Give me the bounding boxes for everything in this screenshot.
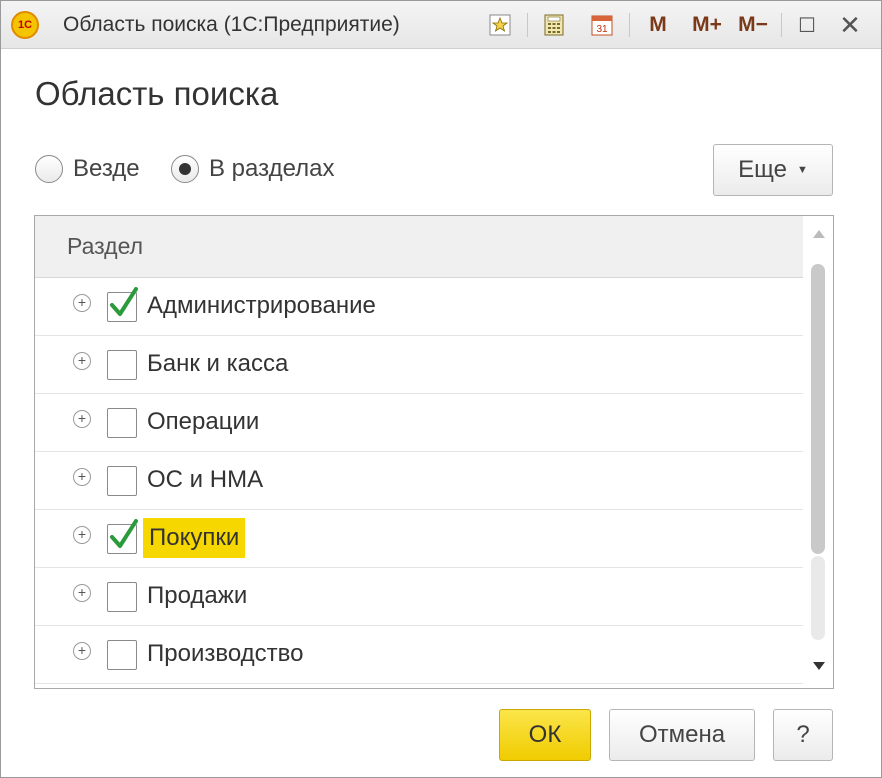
table-row[interactable]: + Банк и касса [35,336,803,394]
row-label: Операции [147,408,260,435]
sections-table[interactable]: Раздел + Администрирование + Банк и касса + О… [34,215,834,689]
radio-dot [179,163,191,175]
checkbox-checked[interactable] [107,519,138,554]
checkbox-unchecked[interactable] [107,408,137,438]
row-label: ОС и НМА [147,466,264,493]
row-label: Администрирование [147,292,376,319]
table-row[interactable]: + ОС и НМА [35,452,803,510]
scroll-track[interactable] [811,556,825,640]
expand-plus-icon[interactable]: + [73,352,91,370]
more-button-label: Еще [738,156,787,183]
checkbox-checked[interactable] [107,287,138,322]
close-icon[interactable]: ✕ [837,10,863,40]
calendar-day: 31 [596,24,608,35]
table-row[interactable]: + Администрирование [35,278,803,336]
vertical-scrollbar[interactable] [805,216,833,688]
more-button[interactable]: Еще ▼ [713,144,833,196]
memory-add-button[interactable]: M+ [687,11,727,39]
cancel-button[interactable]: Отмена [609,709,755,761]
checkbox-unchecked[interactable] [107,582,137,612]
expand-plus-icon[interactable]: + [73,410,91,428]
search-scope-dialog: 1С Область поиска (1С:Предприятие) 31 M … [0,0,882,778]
expand-plus-icon[interactable]: + [73,526,91,544]
calendar-icon[interactable]: 31 [589,11,615,39]
maximize-icon[interactable]: ☐ [795,11,819,39]
radio-in-sections-label: В разделах [209,155,335,182]
title-bar: 1С Область поиска (1С:Предприятие) 31 M … [1,1,881,49]
app-logo-icon[interactable]: 1С [11,11,39,39]
expand-plus-icon[interactable]: + [73,294,91,312]
row-label: Продажи [147,582,248,609]
row-label: Банк и касса [147,350,289,377]
calculator-icon[interactable] [541,11,567,39]
radio-selected-icon[interactable] [171,155,199,183]
caret-down-icon: ▼ [796,164,808,176]
ok-button[interactable]: ОК [499,709,591,761]
table-row[interactable]: + Продажи [35,568,803,626]
checkmark-icon [110,519,138,548]
checkbox-unchecked[interactable] [107,350,137,380]
toolbar-separator [629,13,630,37]
row-label: Покупки [143,518,246,558]
favorite-star-icon[interactable] [487,11,513,39]
radio-everywhere[interactable]: Везде [35,153,140,185]
table-row[interactable]: + Операции [35,394,803,452]
table-row[interactable]: + Покупки [35,510,803,568]
table-row[interactable]: + Производство [35,626,803,684]
memory-store-button[interactable]: M [645,11,671,39]
scroll-up-arrow-icon[interactable] [813,230,825,238]
toolbar-separator [781,13,782,37]
column-header-section: Раздел [67,233,144,259]
row-label: Производство [147,640,304,667]
help-button[interactable]: ? [773,709,833,761]
radio-everywhere-label: Везде [73,155,140,182]
page-title: Область поиска [35,75,279,112]
window-title: Область поиска (1С:Предприятие) [63,13,400,36]
memory-subtract-button[interactable]: M− [735,11,771,39]
scroll-down-arrow-icon[interactable] [813,662,825,670]
expand-plus-icon[interactable]: + [73,584,91,602]
scroll-thumb[interactable] [811,264,825,554]
expand-plus-icon[interactable]: + [73,642,91,660]
checkmark-icon [110,287,138,316]
radio-in-sections[interactable]: В разделах [171,153,334,185]
checkbox-unchecked[interactable] [107,640,137,670]
radio-unselected-icon[interactable] [35,155,63,183]
table-header[interactable]: Раздел [35,216,803,278]
checkbox-unchecked[interactable] [107,466,137,496]
toolbar-separator [527,13,528,37]
expand-plus-icon[interactable]: + [73,468,91,486]
